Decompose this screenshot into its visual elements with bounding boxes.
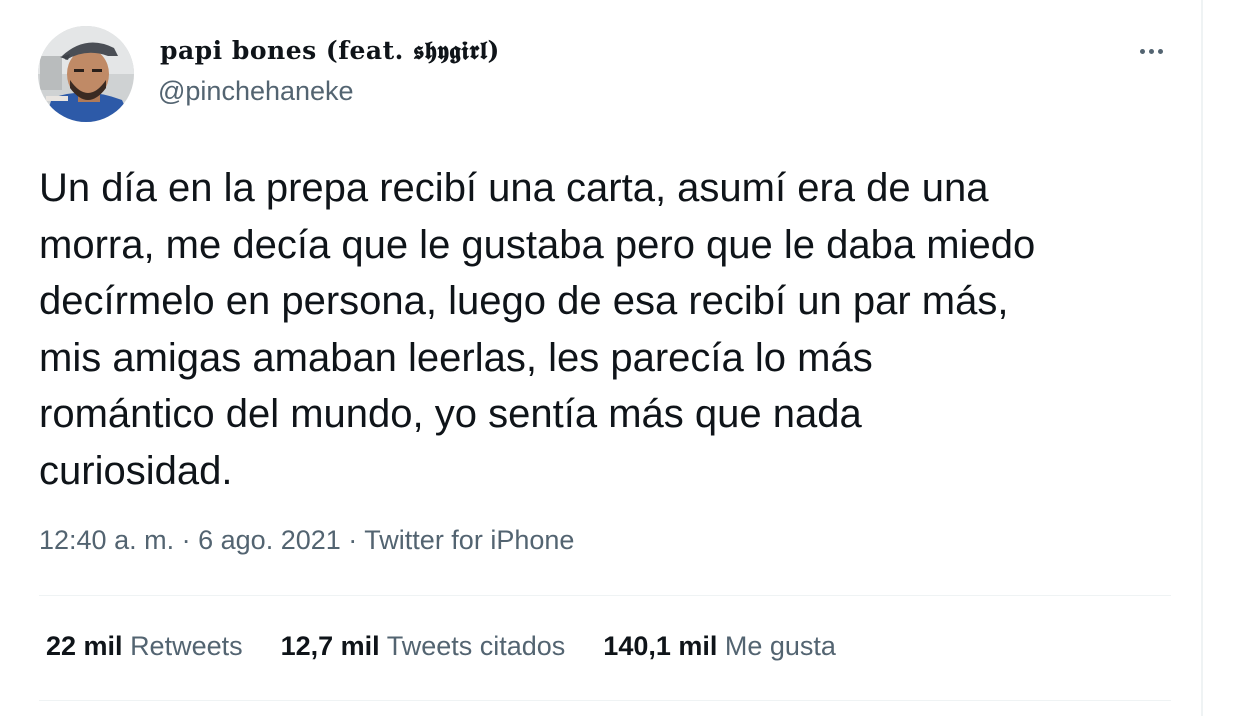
retweets-label: Retweets: [130, 631, 243, 661]
tweet-stats: 22 mil Retweets 12,7 mil Tweets citados …: [46, 631, 874, 662]
tweet-date[interactable]: 6 ago. 2021: [198, 525, 341, 555]
quote-tweets-stat[interactable]: 12,7 mil Tweets citados: [281, 631, 566, 662]
likes-label: Me gusta: [724, 631, 836, 661]
author-display-name[interactable]: papi bones (feat. 𝖘𝖍𝖞𝖌𝖎𝖗𝖑): [160, 36, 500, 66]
column-border: [1201, 0, 1203, 716]
more-options-button[interactable]: [1131, 33, 1171, 69]
meta-separator: ·: [181, 525, 191, 555]
tweet-detail: papi bones (feat. 𝖘𝖍𝖞𝖌𝖎𝖗𝖑) @pinchehaneke…: [0, 0, 1200, 716]
divider: [39, 700, 1171, 701]
likes-stat[interactable]: 140,1 mil Me gusta: [603, 631, 836, 662]
ellipsis-icon: [1139, 48, 1145, 54]
avatar-photo: [38, 26, 134, 122]
tweet-text: Un día en la prepa recibí una carta, asu…: [39, 166, 1036, 493]
retweets-stat[interactable]: 22 mil Retweets: [46, 631, 243, 662]
tweet-time[interactable]: 12:40 a. m.: [39, 525, 174, 555]
meta-separator: ·: [348, 525, 358, 555]
quote-tweets-count: 12,7 mil: [280, 631, 380, 661]
likes-count: 140,1 mil: [603, 631, 718, 661]
divider: [39, 595, 1171, 596]
avatar[interactable]: [38, 26, 134, 122]
author-handle[interactable]: @pinchehaneke: [158, 76, 354, 107]
retweets-count: 22 mil: [46, 631, 123, 661]
quote-tweets-label: Tweets citados: [386, 631, 566, 661]
tweet-metadata: 12:40 a. m. · 6 ago. 2021 · Twitter for …: [39, 525, 574, 556]
tweet-source[interactable]: Twitter for iPhone: [364, 525, 574, 555]
